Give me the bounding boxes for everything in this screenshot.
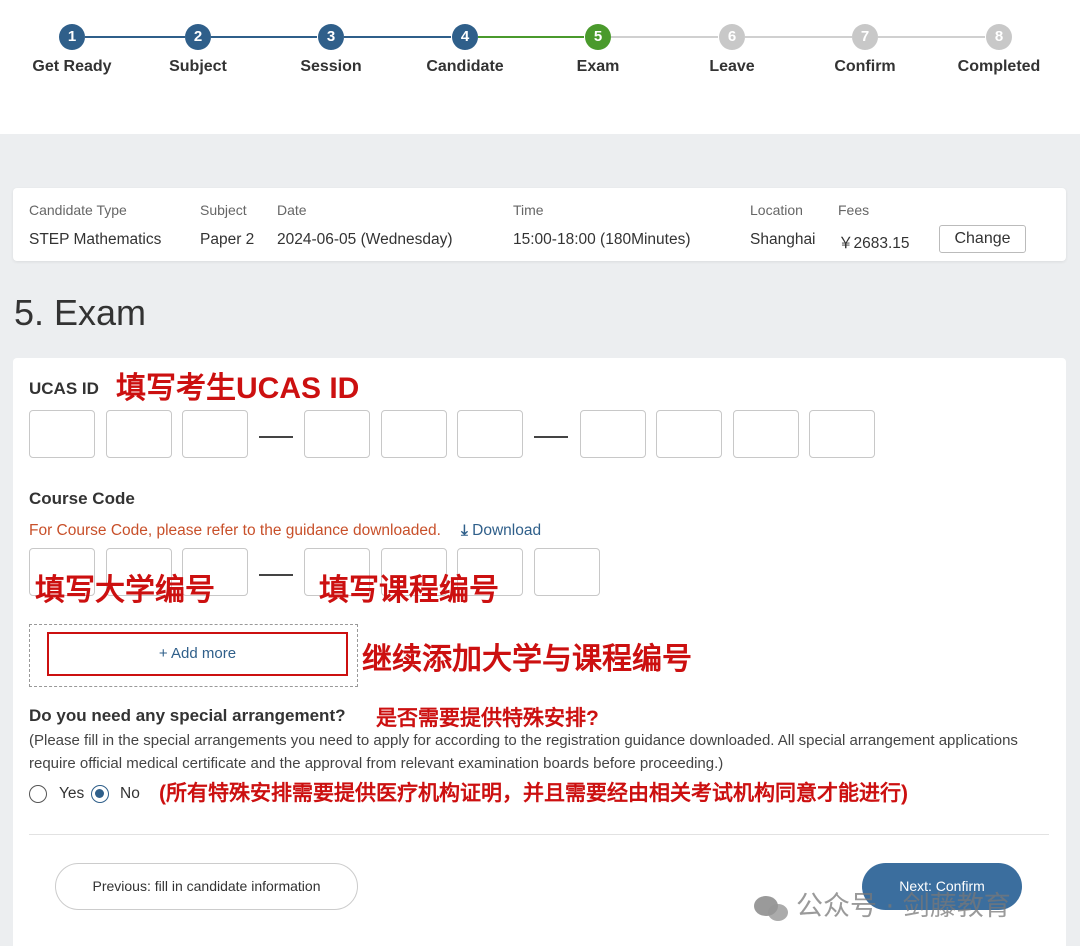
step-number: 7 — [852, 24, 878, 50]
step-session[interactable]: 3 Session — [261, 24, 401, 76]
divider — [29, 834, 1049, 835]
separator-dash — [259, 574, 293, 576]
step-number: 2 — [185, 24, 211, 50]
ucas-id-label: UCAS ID — [29, 379, 99, 398]
summary-date: Date 2024-06-05 (Wednesday) — [277, 202, 453, 249]
step-label: Candidate — [426, 58, 504, 75]
page-title: 5. Exam — [14, 292, 147, 333]
step-get-ready[interactable]: 1 Get Ready — [2, 24, 142, 76]
change-button[interactable]: Change — [939, 225, 1026, 253]
summary-header: Candidate Type — [29, 202, 127, 218]
special-arrangement-annotation: 是否需要提供特殊安排? — [376, 707, 599, 730]
step-leave: 6 Leave — [662, 24, 802, 76]
download-link[interactable]: ⤓ Download — [461, 522, 541, 540]
course-code-input[interactable] — [534, 548, 600, 596]
step-label: Exam — [576, 58, 620, 75]
special-arrangement-question: Do you need any special arrangement? — [29, 706, 346, 725]
ucas-digit-input[interactable] — [733, 410, 799, 458]
summary-header: Fees — [838, 202, 870, 218]
ucas-digit-input[interactable] — [29, 410, 95, 458]
step-subject[interactable]: 2 Subject — [128, 24, 268, 76]
add-more-annotation: 继续添加大学与课程编号 — [362, 643, 692, 676]
summary-value: 15:00-18:00 (180Minutes) — [513, 231, 691, 248]
step-label: Confirm — [834, 58, 896, 75]
radio-yes-label[interactable]: Yes — [59, 785, 84, 803]
step-exam: 5 Exam — [528, 24, 668, 76]
previous-button[interactable]: Previous: fill in candidate information — [55, 863, 358, 910]
ucas-annotation: 填写考生UCAS ID — [116, 372, 360, 405]
university-code-annotation: 填写大学编号 — [35, 574, 215, 607]
watermark-text: 公众号 · 剑藤教育 — [796, 891, 1011, 922]
step-number: 4 — [452, 24, 478, 50]
step-label: Get Ready — [32, 58, 112, 75]
radio-yes[interactable] — [29, 785, 47, 803]
course-code-hint: For Course Code, please refer to the gui… — [29, 522, 441, 539]
ucas-digit-input[interactable] — [182, 410, 248, 458]
summary-value: STEP Mathematics — [29, 231, 162, 248]
download-icon: ⤓ — [461, 522, 468, 539]
step-label: Completed — [957, 58, 1041, 75]
ucas-digit-input[interactable] — [381, 410, 447, 458]
summary-value: Shanghai — [750, 231, 816, 248]
course-code-annotation: 填写课程编号 — [319, 574, 499, 607]
wechat-icon — [754, 894, 790, 922]
step-number: 6 — [719, 24, 745, 50]
ucas-digit-input[interactable] — [580, 410, 646, 458]
summary-header: Time — [513, 202, 544, 218]
ucas-digit-input[interactable] — [457, 410, 523, 458]
step-completed: 8 Completed — [929, 24, 1069, 76]
special-arrangement-note: (Please fill in the special arrangements… — [29, 732, 1018, 772]
summary-header: Date — [277, 202, 307, 218]
download-label: Download — [472, 522, 542, 539]
summary-header: Location — [750, 202, 803, 218]
add-more-button[interactable]: + Add more — [47, 632, 348, 676]
step-label: Leave — [709, 58, 755, 75]
watermark: 公众号 · 剑藤教育 — [754, 884, 1011, 923]
separator-dash — [534, 436, 568, 438]
exam-summary: Candidate Type STEP Mathematics Subject … — [13, 188, 1066, 261]
add-more-area: + Add more — [29, 624, 358, 687]
special-arrangement-requirement-annotation: (所有特殊安排需要提供医疗机构证明，并且需要经由相关考试机构同意才能进行) — [159, 782, 908, 805]
ucas-digit-input[interactable] — [809, 410, 875, 458]
exam-form-card: UCAS ID 填写考生UCAS ID Course Code For Cour… — [13, 358, 1066, 946]
ucas-digit-input[interactable] — [106, 410, 172, 458]
step-number: 3 — [318, 24, 344, 50]
ucas-digit-input[interactable] — [304, 410, 370, 458]
summary-location: Location Shanghai — [750, 202, 816, 249]
course-code-label: Course Code — [29, 489, 135, 508]
summary-fees: Fees ￥2683.15 — [838, 202, 910, 253]
summary-header: Subject — [200, 202, 247, 218]
radio-no[interactable] — [91, 785, 109, 803]
step-number: 5 — [585, 24, 611, 50]
separator-dash — [259, 436, 293, 438]
step-candidate[interactable]: 4 Candidate — [395, 24, 535, 76]
summary-value: Paper 2 — [200, 231, 255, 248]
step-label: Subject — [169, 58, 227, 75]
summary-time: Time 15:00-18:00 (180Minutes) — [513, 202, 691, 249]
step-confirm: 7 Confirm — [795, 24, 935, 76]
step-number: 8 — [986, 24, 1012, 50]
summary-value: 2024-06-05 (Wednesday) — [277, 231, 453, 248]
summary-subject: Subject Paper 2 — [200, 202, 254, 249]
summary-value: ￥2683.15 — [838, 235, 910, 252]
summary-candidate-type: Candidate Type STEP Mathematics — [29, 202, 161, 249]
progress-stepper: 1 Get Ready 2 Subject 3 Session 4 Candid… — [0, 0, 1080, 134]
step-number: 1 — [59, 24, 85, 50]
step-label: Session — [300, 58, 362, 75]
radio-no-label[interactable]: No — [120, 785, 140, 803]
ucas-digit-input[interactable] — [656, 410, 722, 458]
